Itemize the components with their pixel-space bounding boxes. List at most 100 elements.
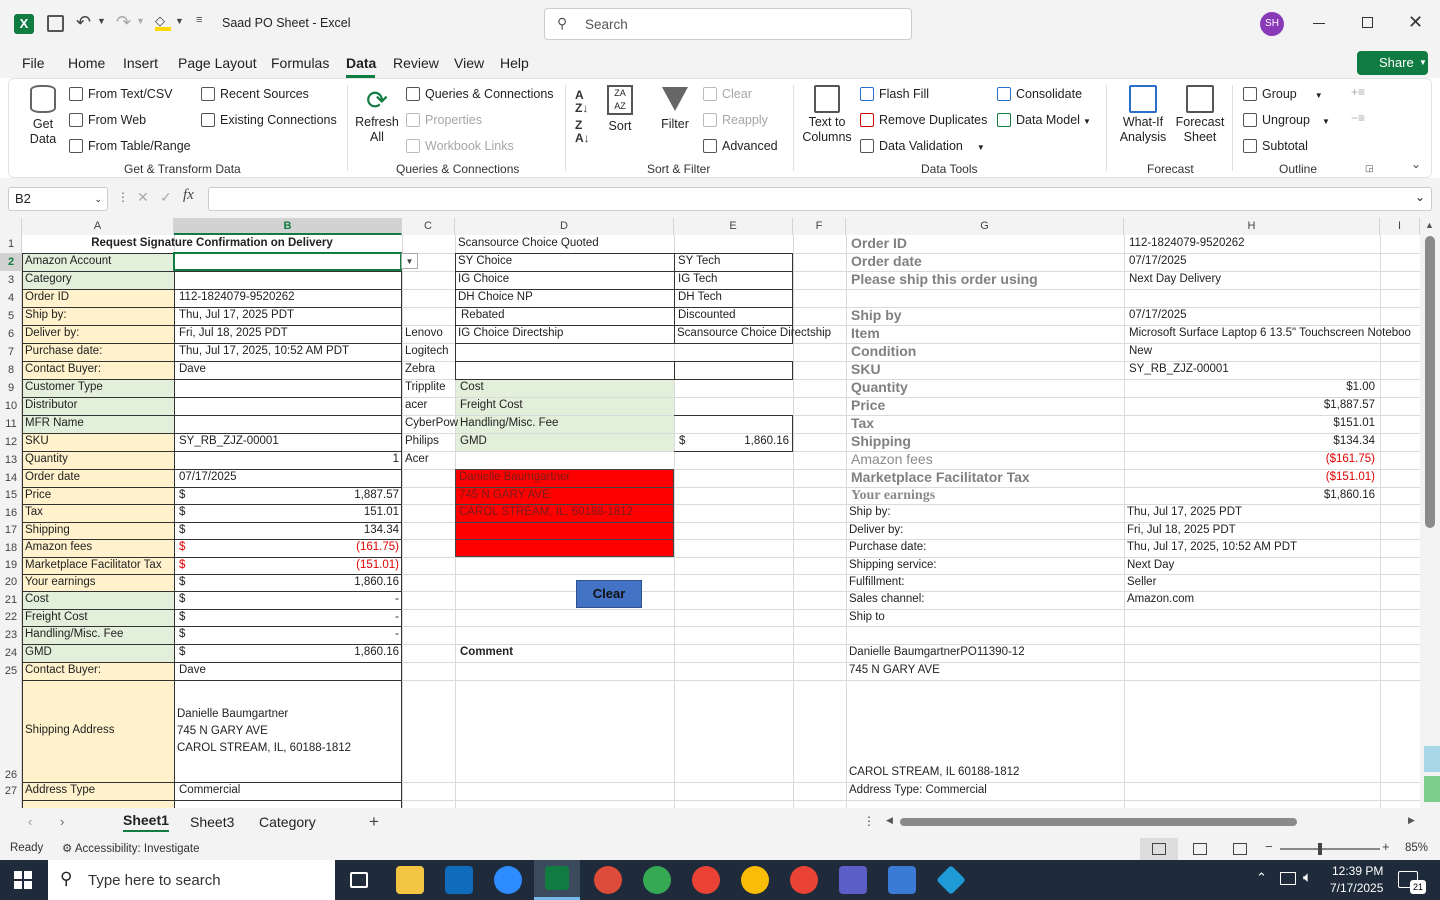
cell-a23[interactable]: Handling/Misc. Fee: [22, 626, 174, 643]
vertical-scrollbar[interactable]: ▲: [1420, 218, 1440, 808]
cell-h6[interactable]: Microsoft Surface Laptop 6 13.5" Touchsc…: [1126, 325, 1420, 342]
column-header-b[interactable]: B: [174, 218, 402, 235]
hide-detail-icon[interactable]: −≡: [1351, 111, 1365, 125]
insert-function-icon[interactable]: fx: [183, 187, 194, 204]
cell-c10[interactable]: acer: [402, 397, 458, 414]
excel-taskbar-active[interactable]: [534, 860, 580, 900]
row-header-9[interactable]: 9: [0, 379, 22, 397]
enter-icon[interactable]: ✓: [160, 189, 172, 206]
cell-d24[interactable]: Comment: [457, 644, 674, 661]
cell-h8[interactable]: SY_RB_ZJZ-00001: [1126, 361, 1420, 378]
reapply-button[interactable]: Reapply: [703, 113, 768, 127]
undo-icon[interactable]: ↶: [76, 12, 91, 33]
close-icon[interactable]: ✕: [1408, 12, 1423, 33]
cell-b4[interactable]: 112-1824079-9520262: [176, 289, 402, 306]
cell-b8[interactable]: Dave: [176, 361, 402, 378]
cell-g18[interactable]: Purchase date:: [846, 539, 1124, 556]
add-sheet-icon[interactable]: +: [369, 812, 379, 832]
zoom-in-icon[interactable]: +: [1382, 839, 1390, 854]
cell-g17[interactable]: Deliver by:: [846, 522, 1124, 539]
cell-b15[interactable]: 1,887.57: [200, 487, 402, 504]
cell-g19[interactable]: Shipping service:: [846, 557, 1124, 574]
row-header-26[interactable]: 26: [0, 680, 22, 782]
row-header-15[interactable]: 15: [0, 487, 22, 504]
cell-a22[interactable]: Freight Cost: [22, 609, 174, 626]
formula-input[interactable]: ⌄: [208, 187, 1432, 211]
cell-b25[interactable]: Dave: [176, 662, 402, 679]
column-header-g[interactable]: G: [846, 218, 1124, 235]
clear-button[interactable]: Clear: [576, 580, 642, 608]
cell-g2[interactable]: Order date: [848, 253, 1124, 270]
cell-b26a[interactable]: Danielle Baumgartner: [174, 706, 402, 723]
sort-za-icon[interactable]: Z A↓: [575, 119, 590, 145]
recent-sources-button[interactable]: Recent Sources: [201, 87, 309, 101]
redo-icon[interactable]: ↷: [116, 12, 131, 33]
cancel-icon[interactable]: ✕: [137, 189, 149, 206]
data-model-button[interactable]: Data Model ▼: [997, 113, 1091, 127]
consolidate-button[interactable]: Consolidate: [997, 87, 1082, 101]
row-header-13[interactable]: 13: [0, 451, 22, 469]
cell-h3[interactable]: Next Day Delivery: [1126, 271, 1420, 288]
cell-a2[interactable]: Amazon Account: [22, 253, 174, 270]
tab-data[interactable]: Data: [346, 55, 376, 71]
cell-a20[interactable]: Your earnings: [22, 574, 174, 591]
cell-a6[interactable]: Deliver by:: [22, 325, 174, 342]
minimize-icon[interactable]: [1313, 23, 1325, 24]
row-header-12[interactable]: 12: [0, 433, 22, 451]
cell-a10[interactable]: Distributor: [22, 397, 174, 414]
cell-h19[interactable]: Next Day: [1124, 557, 1380, 574]
row-header-6[interactable]: 6: [0, 325, 22, 343]
what-if-button[interactable]: What-If Analysis: [1117, 85, 1169, 145]
cell-g5[interactable]: Ship by: [848, 307, 1124, 324]
cell-g16[interactable]: Ship by:: [846, 504, 1124, 521]
cell-b14[interactable]: 07/17/2025: [176, 469, 402, 486]
cell-g9[interactable]: Quantity: [848, 379, 1124, 396]
zoom-slider-thumb[interactable]: [1318, 843, 1322, 855]
cell-h2[interactable]: 07/17/2025: [1126, 253, 1420, 270]
cell-g24[interactable]: Danielle BaumgartnerPO11390-12: [846, 644, 1124, 661]
remove-duplicates-button[interactable]: Remove Duplicates: [860, 113, 987, 127]
search-box[interactable]: ⚲ Search: [544, 8, 912, 40]
teams-icon[interactable]: [839, 866, 867, 894]
cell-g15[interactable]: Your earnings: [848, 487, 1124, 504]
tab-insert[interactable]: Insert: [123, 55, 158, 71]
column-header-i[interactable]: I: [1380, 218, 1420, 235]
cell-b26c[interactable]: CAROL STREAM, IL, 60188-1812: [174, 740, 402, 757]
show-hidden-icons[interactable]: ⌃: [1256, 870, 1267, 886]
queries-connections-button[interactable]: Queries & Connections: [406, 87, 554, 101]
cell-b22[interactable]: -: [200, 609, 402, 626]
cell-e5[interactable]: Discounted: [675, 307, 793, 324]
tab-view[interactable]: View: [454, 55, 484, 71]
row-header-22[interactable]: 22: [0, 609, 22, 626]
cell-c9[interactable]: Tripplite: [402, 379, 458, 396]
cell-a4[interactable]: Order ID: [22, 289, 174, 306]
cell-h10[interactable]: $1,887.57: [1124, 397, 1378, 414]
cell-b5[interactable]: Thu, Jul 17, 2025 PDT: [176, 307, 402, 324]
row-header-23[interactable]: 23: [0, 626, 22, 644]
cell-h17[interactable]: Fri, Jul 18, 2025 PDT: [1124, 522, 1380, 539]
share-button[interactable]: Share ▼: [1357, 51, 1428, 75]
sort-az-icon[interactable]: A Z↓: [575, 89, 588, 115]
cell-e2[interactable]: SY Tech: [675, 253, 793, 270]
cell-a18[interactable]: Amazon fees: [22, 539, 174, 556]
restore-icon[interactable]: [1362, 17, 1373, 28]
cell-e12[interactable]: 1,860.16: [700, 433, 792, 450]
save-icon[interactable]: [47, 15, 64, 32]
cell-h12[interactable]: $134.34: [1124, 433, 1378, 450]
cell-e3[interactable]: IG Tech: [675, 271, 793, 288]
name-box[interactable]: B2 ⌄: [8, 187, 108, 211]
cell-b1[interactable]: Request Signature Confirmation on Delive…: [22, 235, 402, 252]
tab-home[interactable]: Home: [68, 55, 105, 71]
cell-c13[interactable]: Acer: [402, 451, 458, 468]
tab-file[interactable]: File: [22, 55, 45, 71]
row-header-17[interactable]: 17: [0, 522, 22, 539]
cell-a3[interactable]: Category: [22, 271, 174, 288]
cell-g1[interactable]: Order ID: [848, 235, 1124, 252]
selected-cell-b2[interactable]: [173, 252, 402, 271]
cell-h13[interactable]: ($161.75): [1124, 451, 1378, 468]
text-to-columns-button[interactable]: Text to Columns: [801, 85, 853, 145]
cell-e4[interactable]: DH Tech: [675, 289, 793, 306]
cell-b20[interactable]: 1,860.16: [200, 574, 402, 591]
row-header-11[interactable]: 11: [0, 415, 22, 433]
validation-dropdown-button[interactable]: ▼: [401, 253, 418, 269]
